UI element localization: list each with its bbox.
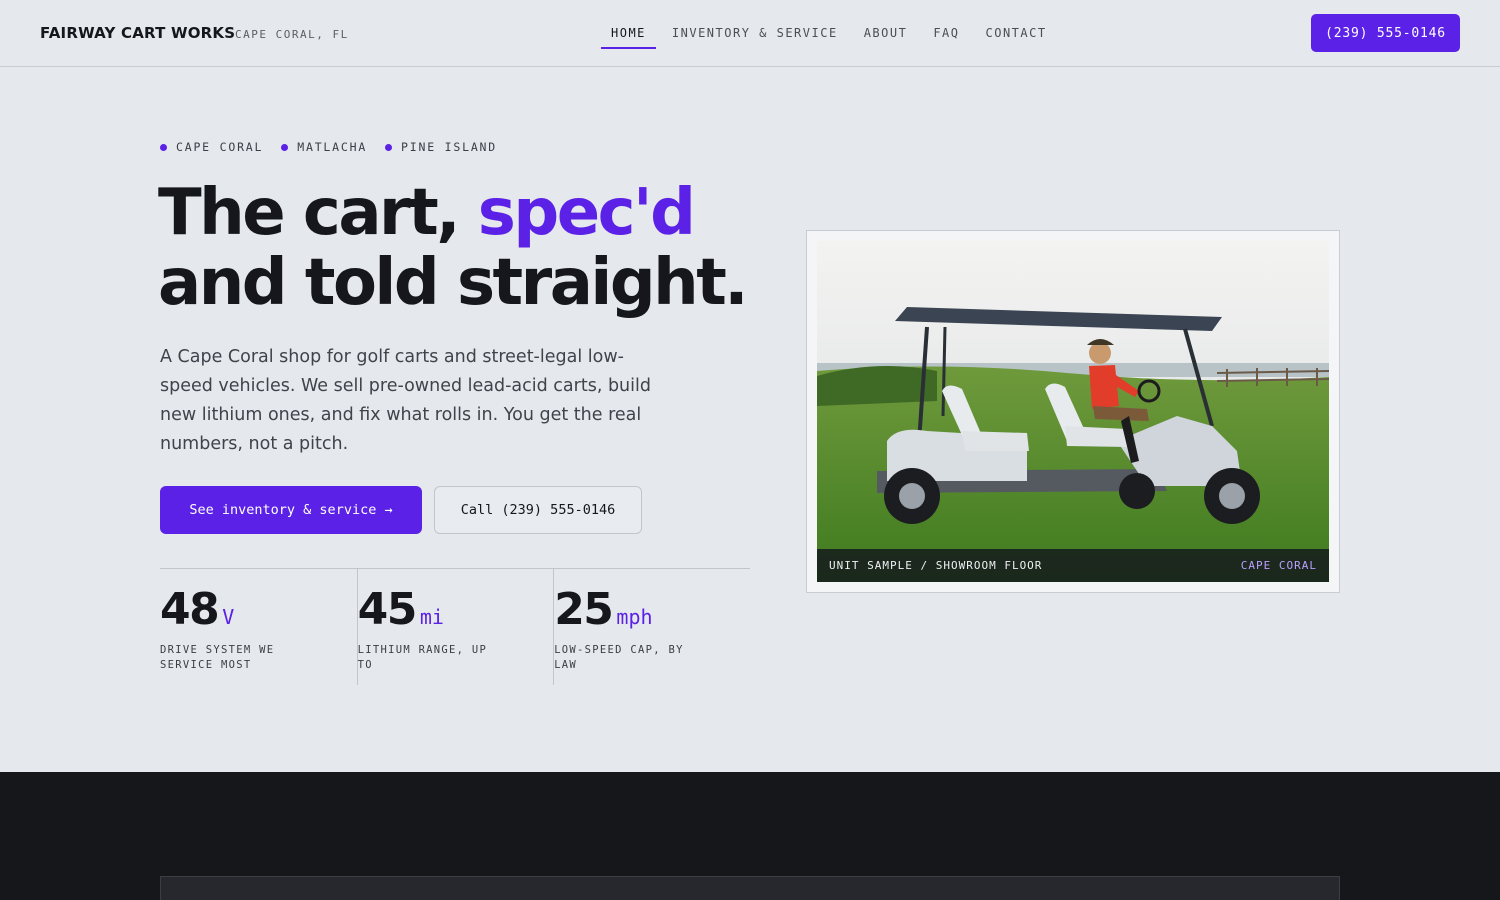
golf-cart-illustration: [817, 241, 1329, 582]
stat-unit: mph: [616, 605, 653, 629]
location-tag: PINE ISLAND: [385, 140, 497, 154]
stat-label: LOW-SPEED CAP, BY LAW: [554, 644, 684, 671]
header-phone-button[interactable]: (239) 555-0146: [1311, 14, 1460, 52]
stat-drive-system: 48 V DRIVE SYSTEM WE SERVICE MOST: [160, 569, 357, 685]
stat-label: LITHIUM RANGE, UP TO: [357, 644, 488, 671]
stat-unit: V: [222, 605, 235, 629]
hero-headline: The cart, spec'd and told straight.: [158, 176, 749, 320]
main-nav: HOME INVENTORY & SERVICE ABOUT FAQ CONTA…: [601, 18, 1063, 49]
stat-value: 48: [160, 584, 220, 635]
site-header: FAIRWAY CART WORKS CAPE CORAL, FL HOME I…: [0, 0, 1500, 67]
stat-unit: mi: [419, 605, 444, 629]
stat-label: DRIVE SYSTEM WE SERVICE MOST: [160, 644, 275, 671]
dark-panel: [160, 876, 1340, 900]
stat-speed-cap: 25 mph LOW-SPEED CAP, BY LAW: [553, 569, 750, 685]
hero-lede: A Cape Coral shop for golf carts and str…: [160, 347, 651, 454]
caption-location: CAPE CORAL: [1240, 559, 1317, 572]
call-button[interactable]: Call (239) 555-0146: [434, 486, 642, 534]
showroom-photo-card: UNIT SAMPLE / SHOWROOM FLOOR CAPE CORAL: [806, 230, 1340, 593]
location-tag: CAPE CORAL: [160, 140, 263, 154]
stat-value: 25: [554, 584, 614, 635]
nav-about[interactable]: ABOUT: [854, 18, 918, 49]
bullet-dot-icon: [160, 143, 167, 151]
headline-accent: spec'd: [477, 176, 696, 250]
photo-caption: UNIT SAMPLE / SHOWROOM FLOOR CAPE CORAL: [817, 549, 1329, 582]
service-locations: CAPE CORAL MATLACHA PINE ISLAND: [160, 140, 515, 154]
location-tag: MATLACHA: [281, 140, 367, 154]
see-inventory-button[interactable]: See inventory & service →: [160, 486, 422, 534]
nav-contact[interactable]: CONTACT: [976, 18, 1057, 49]
nav-home[interactable]: HOME: [601, 18, 656, 49]
stat-lithium-range: 45 mi LITHIUM RANGE, UP TO: [356, 569, 554, 685]
bullet-dot-icon: [385, 143, 393, 151]
brand-location: CAPE CORAL, FL: [235, 28, 349, 41]
brand-logo[interactable]: FAIRWAY CART WORKS: [40, 24, 235, 42]
bullet-dot-icon: [281, 143, 289, 151]
nav-inventory-service[interactable]: INVENTORY & SERVICE: [662, 18, 848, 49]
dark-section: [0, 772, 1500, 900]
stat-value: 45: [357, 584, 418, 635]
nav-faq[interactable]: FAQ: [923, 18, 969, 49]
hero-stats: 48 V DRIVE SYSTEM WE SERVICE MOST 45 mi LI…: [160, 568, 750, 685]
golf-cart-photo: UNIT SAMPLE / SHOWROOM FLOOR CAPE CORAL: [817, 241, 1329, 582]
caption-title: UNIT SAMPLE / SHOWROOM FLOOR: [829, 559, 1043, 572]
